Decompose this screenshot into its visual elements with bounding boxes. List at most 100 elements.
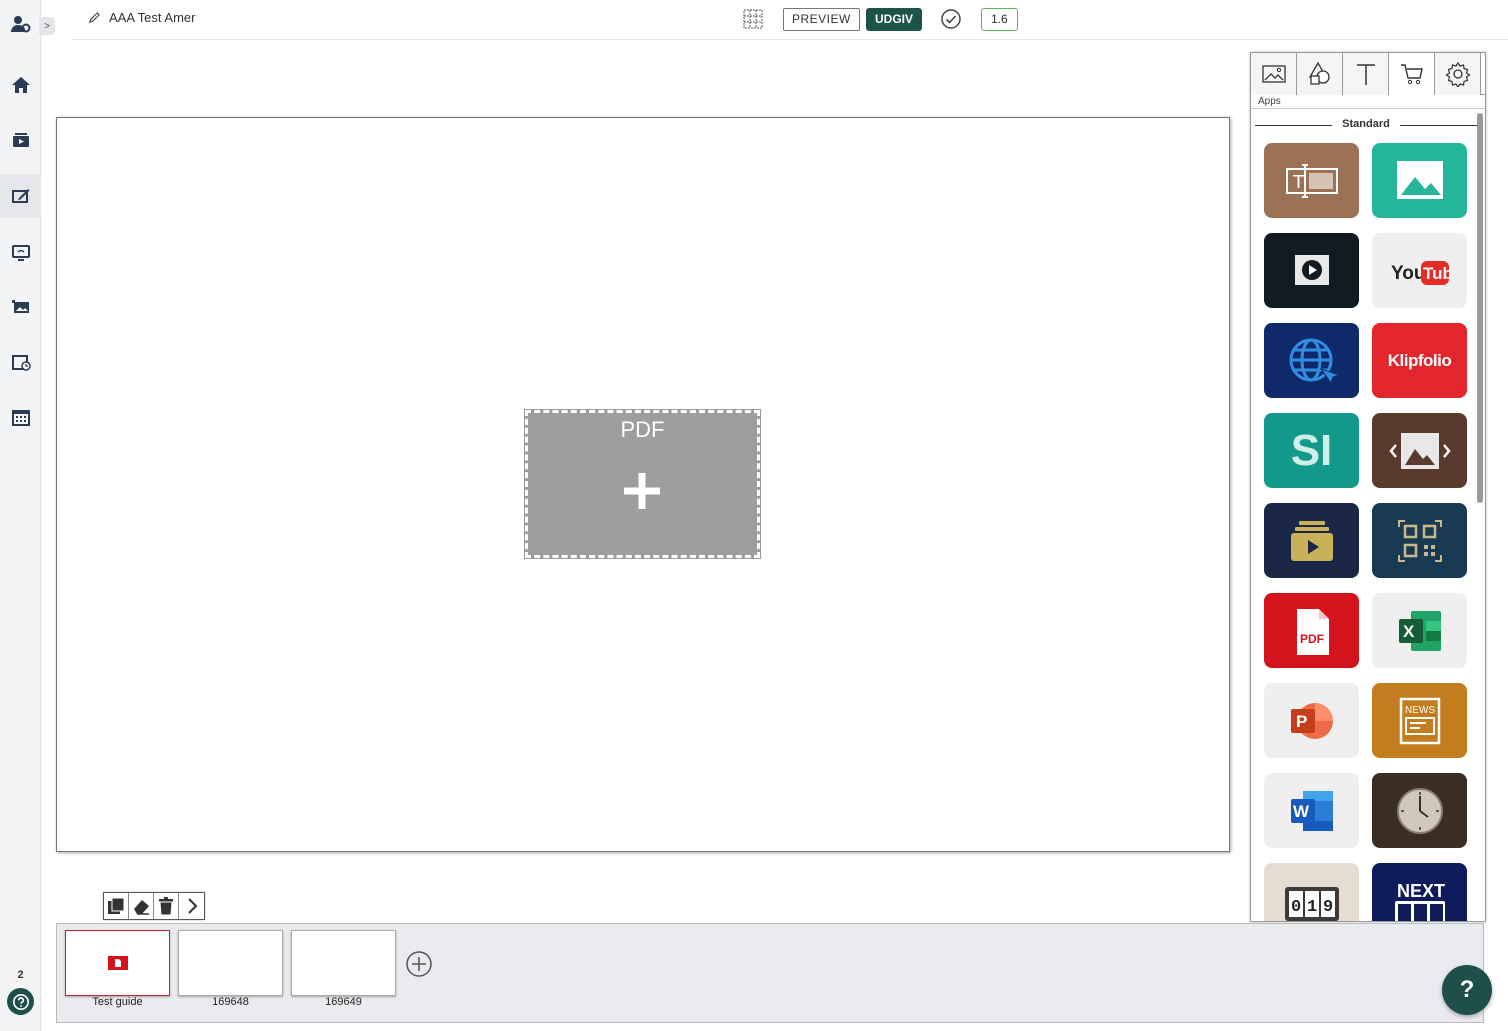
news-app-icon: NEWS [1399, 697, 1440, 744]
layout-editor-icon[interactable] [0, 174, 41, 218]
svg-text:1: 1 [1307, 898, 1317, 917]
svg-text:NEWS: NEWS [1405, 705, 1435, 716]
user-settings-icon[interactable] [0, 2, 41, 46]
add-slide-icon[interactable] [405, 950, 433, 978]
word-app-tile[interactable]: W [1264, 773, 1359, 848]
panel-tabs [1251, 53, 1485, 95]
youtube-app-tile[interactable]: YouTube [1372, 233, 1467, 308]
klipfolio-app-tile[interactable]: Klipfolio [1372, 323, 1467, 398]
svg-text:P: P [1296, 712, 1307, 731]
gear-icon [1444, 61, 1471, 87]
web-app-tile[interactable] [1264, 323, 1359, 398]
powerpoint-app-tile[interactable]: P [1264, 683, 1359, 758]
trash-icon [159, 897, 173, 915]
left-rail: > 2 [0, 0, 55, 1031]
media-playlist-app-tile[interactable] [1264, 503, 1359, 578]
next-counter-app-tile[interactable]: NEXT [1372, 863, 1467, 921]
si-app-label: SI [1290, 425, 1333, 475]
media-library-icon[interactable] [0, 118, 41, 162]
next-slide-button[interactable] [179, 893, 204, 919]
image-app-tile[interactable] [1372, 143, 1467, 218]
version-badge[interactable]: 1.6 [981, 8, 1018, 31]
pdf-widget-placeholder[interactable]: PDF [524, 409, 761, 559]
pdf-app-tile[interactable]: PDF [1264, 593, 1359, 668]
next-counter-app-icon: NEXT [1394, 881, 1445, 921]
slide-toolbar [103, 892, 205, 920]
media-playlist-app-icon [1290, 520, 1333, 561]
help-icon[interactable] [7, 988, 34, 1015]
check-circle-icon[interactable] [940, 8, 962, 30]
pdf-app-icon: PDF [1296, 608, 1329, 655]
widget-panel: Apps Standard T YouTube Klipfolio SI [1250, 52, 1486, 922]
youtube-app-icon: YouTube [1391, 260, 1451, 285]
qr-code-app-icon [1397, 519, 1442, 562]
slide-thumbnail[interactable] [291, 930, 396, 996]
video-app-icon [1294, 254, 1329, 285]
clear-slide-button[interactable] [129, 893, 154, 919]
cart-icon [1400, 63, 1423, 84]
pdf-widget-label: PDF [620, 417, 665, 442]
apps-grid: T YouTube Klipfolio SI [1264, 143, 1469, 921]
text-icon [1356, 64, 1375, 85]
layout-canvas[interactable]: PDF [56, 117, 1230, 852]
home-icon[interactable] [0, 63, 41, 107]
svg-text:Tube: Tube [1423, 264, 1451, 283]
panel-scrollbar[interactable] [1477, 113, 1483, 503]
powerpoint-app-icon: P [1290, 702, 1333, 739]
slide-thumbnail[interactable] [178, 930, 283, 996]
pencil-icon [88, 12, 100, 24]
tab-shapes[interactable] [1297, 53, 1343, 95]
tab-text[interactable] [1343, 53, 1389, 95]
svg-text:X: X [1403, 622, 1415, 641]
top-bar: AAA Test Amer PREVIEW UDGIV 1.6 [72, 0, 1508, 40]
slide-label: Test guide [92, 996, 143, 1008]
section-title-text: Standard [1332, 118, 1400, 130]
tab-images[interactable] [1251, 53, 1297, 95]
image-icon [1261, 65, 1286, 83]
duplicate-slide-button[interactable] [104, 893, 129, 919]
excel-app-icon: X [1398, 610, 1441, 651]
layout-title-text: AAA Test Amer [109, 10, 196, 25]
grid-toggle-icon[interactable] [743, 9, 763, 29]
excel-app-tile[interactable]: X [1372, 593, 1467, 668]
tab-caption: Apps [1251, 95, 1485, 109]
schedule-icon[interactable] [0, 340, 41, 384]
pdf-file-icon [108, 956, 128, 970]
slideshow-app-tile[interactable] [1372, 413, 1467, 488]
help-button[interactable]: ? [1442, 965, 1492, 1015]
slide-label: 169649 [325, 996, 362, 1008]
plus-icon [624, 473, 660, 509]
tab-apps[interactable] [1389, 53, 1435, 95]
eraser-icon [134, 900, 149, 915]
text-app-icon: T [1285, 163, 1338, 198]
si-app-tile[interactable]: SI [1264, 413, 1359, 488]
klipfolio-app-label: Klipfolio [1387, 350, 1452, 370]
svg-text:W: W [1293, 802, 1310, 821]
svg-text:0: 0 [1291, 898, 1301, 917]
clock-app-tile[interactable] [1372, 773, 1467, 848]
slideshow-app-icon [1388, 432, 1451, 469]
news-app-tile[interactable]: NEWS [1372, 683, 1467, 758]
publish-button[interactable]: UDGIV [866, 8, 923, 31]
preview-button[interactable]: PREVIEW [783, 8, 860, 31]
svg-text:NEXT: NEXT [1397, 881, 1445, 901]
web-app-icon [1289, 338, 1341, 384]
qr-code-app-tile[interactable] [1372, 503, 1467, 578]
rail-expand-toggle[interactable]: > [39, 17, 55, 35]
gallery-icon[interactable] [0, 285, 41, 329]
slide-thumbnail[interactable] [65, 930, 170, 996]
section-title: Standard [1255, 113, 1477, 137]
svg-text:T: T [1292, 172, 1305, 193]
delete-slide-button[interactable] [154, 893, 179, 919]
svg-text:9: 9 [1323, 898, 1333, 917]
word-app-icon: W [1290, 790, 1333, 831]
svg-text:You: You [1391, 263, 1425, 284]
video-app-tile[interactable] [1264, 233, 1359, 308]
chevron-right-icon [187, 898, 197, 914]
screens-icon[interactable] [0, 230, 41, 274]
tab-settings[interactable] [1435, 53, 1481, 95]
layout-title[interactable]: AAA Test Amer [88, 10, 195, 25]
text-app-tile[interactable]: T [1264, 143, 1359, 218]
calendar-icon[interactable] [0, 395, 41, 439]
counter-app-tile[interactable]: 019 [1264, 863, 1359, 921]
